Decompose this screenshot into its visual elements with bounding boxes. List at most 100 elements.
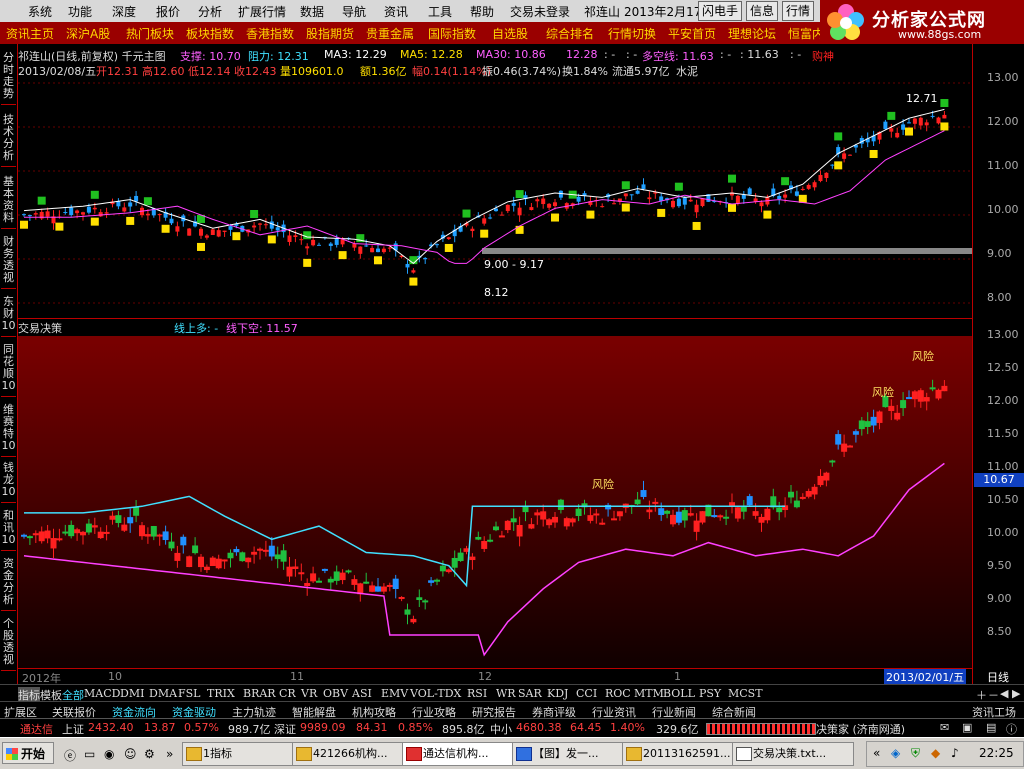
left-arrow-icon[interactable]: ◀ [1000,687,1008,700]
market-button[interactable]: 行情 [782,1,815,21]
nav-sector-index[interactable]: 板块指数 [186,25,234,42]
tab-basic[interactable]: 基本资料 [1,176,16,229]
candle-body [423,257,428,260]
task-button[interactable]: 通达信机构... [402,742,524,766]
nav-hengfu[interactable]: 恒富内 [788,25,824,42]
task-button[interactable]: 20113162591... [622,742,744,766]
nav-forum[interactable]: 理想论坛 [728,25,776,42]
chevron-right-icon[interactable]: » [166,747,173,761]
kline-chart[interactable] [18,44,972,318]
nav-metals[interactable]: 贵重金属 [366,25,414,42]
indicator-tab[interactable]: ROC [605,687,631,700]
indicator-tab[interactable]: EMV [381,687,408,700]
lock-icon[interactable]: ▤ [986,721,996,734]
tab-intraday[interactable]: 分时走势 [1,52,16,105]
indicator-tab[interactable]: MACD [84,687,120,700]
menu-news[interactable]: 资讯 [384,3,408,20]
upper-chart-panel[interactable] [18,44,972,318]
candle-body [245,557,252,563]
tab-qianlong[interactable]: 钱龙10 [1,462,16,503]
tab-weisaite[interactable]: 维赛特10 [1,404,16,457]
info-button[interactable]: 信息 [746,1,779,21]
indicator-tab[interactable]: SAR [518,687,542,700]
indicator-tab[interactable]: PSY [699,687,721,700]
shield-icon[interactable]: ⛨ [911,746,920,761]
indicator-tab[interactable]: WR [496,687,516,700]
volume-icon[interactable]: ♪ [951,746,959,760]
dk-label: 多空线: 11.63 [642,50,714,63]
candle-body [50,538,57,549]
nav-hk-index[interactable]: 香港指数 [246,25,294,42]
tab-capital[interactable]: 资金分析 [1,558,16,611]
menu-tools[interactable]: 工具 [428,3,452,20]
window-icon[interactable]: ▣ [962,721,972,734]
menu-analysis[interactable]: 分析 [198,3,222,20]
nav-intl-index[interactable]: 国际指数 [428,25,476,42]
tab-technical[interactable]: 技术分析 [1,114,16,167]
indicator-tab[interactable]: KDJ [547,687,568,700]
media-icon[interactable]: ◉ [104,747,114,761]
tab-eastmoney[interactable]: 东财10 [1,296,16,337]
indicator-tab[interactable]: RSI [467,687,487,700]
indicator-tab[interactable]: MTM [634,687,664,700]
menu-quote[interactable]: 报价 [156,3,180,20]
indicator-tab[interactable]: VR [301,687,317,700]
lower-chart-panel[interactable]: 风险 风险 风险 [18,336,972,668]
candle-body [547,203,552,208]
tab-finance[interactable]: 财务透视 [1,236,16,289]
task-button[interactable]: 【图】发一... [512,742,634,766]
security-icon[interactable]: ◆ [931,746,940,760]
menu-system[interactable]: 系统 [28,3,52,20]
chat-icon[interactable]: ☺ [124,747,137,761]
desktop-icon[interactable]: ▭ [84,747,95,761]
menu-depth[interactable]: 深度 [112,3,136,20]
nav-ranking[interactable]: 综合排名 [546,25,594,42]
candle-body [275,227,280,231]
start-button[interactable]: 开始 [2,742,54,764]
indicator-tab[interactable]: BRAR [243,687,276,700]
nav-news-home[interactable]: 资讯主页 [6,25,54,42]
menu-data[interactable]: 数据 [300,3,324,20]
network-icon[interactable]: ◈ [891,746,900,760]
nav-sh-sz-a[interactable]: 深沪A股 [66,25,110,42]
indicator-tab[interactable]: BOLL [663,687,695,700]
timeline-label: 10 [108,670,122,683]
info-icon[interactable]: ⓘ [1006,721,1017,737]
indicator-tab[interactable]: FSL [178,687,200,700]
tray-expand-icon[interactable]: « [873,746,880,760]
menu-function[interactable]: 功能 [68,3,92,20]
period-label[interactable]: 日线 [987,669,1009,685]
task-button[interactable]: 421266机构... [292,742,414,766]
indicator-tab[interactable]: OBV [323,687,348,700]
nav-pingan[interactable]: 平安首页 [668,25,716,42]
decision-chart[interactable] [18,336,972,668]
indicator-tab[interactable]: ASI [352,687,372,700]
task-button[interactable]: 1指标 [182,742,304,766]
nav-switch[interactable]: 行情切换 [608,25,656,42]
menu-trade-login[interactable]: 交易未登录 [510,3,570,20]
menu-nav[interactable]: 导航 [342,3,366,20]
indicator-tab[interactable]: VOL-TDX [410,687,461,700]
ie-icon[interactable]: ⓔ [64,747,76,764]
tab-hexun[interactable]: 和讯10 [1,510,16,551]
gear-icon[interactable]: ⚙ [144,747,155,761]
indicator-tab[interactable]: DMI [120,687,144,700]
indicator-tab[interactable]: TRIX [207,687,235,700]
task-button[interactable]: 交易决策.txt... [732,742,854,766]
indicator-tab[interactable]: DMA [149,687,177,700]
candle-body [428,580,435,583]
indicator-tab[interactable]: MCST [728,687,763,700]
nav-futures[interactable]: 股指期货 [306,25,354,42]
nav-hot-sectors[interactable]: 热门板块 [126,25,174,42]
signal-marker [250,210,259,219]
tab-10jqka[interactable]: 同花顺10 [1,344,16,397]
flash-button[interactable]: 闪电手 [698,1,743,21]
indicator-tab[interactable]: CR [279,687,296,700]
menu-help[interactable]: 帮助 [470,3,494,20]
nav-watchlist[interactable]: 自选股 [492,25,528,42]
right-arrow-icon[interactable]: ▶ [1012,687,1020,700]
mail-icon[interactable]: ✉ [940,721,949,734]
tab-stock-view[interactable]: 个股透视 [1,618,16,671]
indicator-tab[interactable]: CCI [576,687,597,700]
menu-ext-quote[interactable]: 扩展行情 [238,3,286,20]
